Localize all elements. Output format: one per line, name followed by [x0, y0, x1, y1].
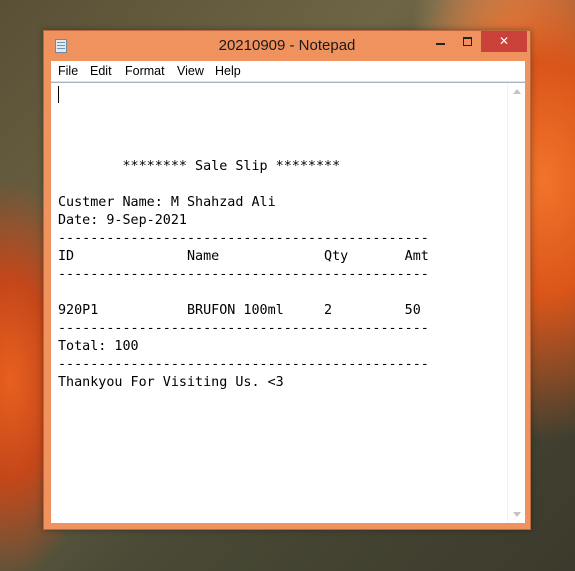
document-line: 920P1 BRUFON 100ml 2 50 [58, 303, 421, 318]
document-line: Custmer Name: M Shahzad Ali [58, 195, 276, 210]
scroll-up-icon[interactable] [513, 89, 521, 94]
document-line: Date: 9-Sep-2021 [58, 213, 187, 228]
vertical-scrollbar[interactable] [507, 83, 525, 523]
menu-file[interactable]: File [58, 64, 78, 78]
document-line: ******** Sale Slip ******** [58, 159, 341, 174]
menu-help[interactable]: Help [215, 64, 241, 78]
close-button[interactable]: ✕ [481, 31, 527, 52]
document-line: ID Name Qty Amt [58, 249, 429, 264]
title-bar[interactable]: 20210909 - Notepad ✕ [44, 31, 530, 61]
menu-format[interactable]: Format [125, 64, 165, 78]
document-line: ----------------------------------------… [58, 321, 429, 336]
menu-view[interactable]: View [177, 64, 204, 78]
notepad-window: 20210909 - Notepad ✕ File Edit Format Vi… [43, 30, 531, 530]
scroll-down-icon[interactable] [513, 512, 521, 517]
document-line: ----------------------------------------… [58, 357, 429, 372]
menu-bar: File Edit Format View Help [51, 61, 525, 82]
document-line: ----------------------------------------… [58, 267, 429, 282]
document-line: Total: 100 [58, 339, 139, 354]
document-line: Thankyou For Visiting Us. <3 [58, 375, 284, 390]
maximize-button[interactable] [455, 31, 481, 52]
minimize-button[interactable] [427, 31, 455, 52]
document-text[interactable]: ******** Sale Slip ******** Custmer Name… [58, 104, 429, 392]
document-line: ----------------------------------------… [58, 231, 429, 246]
text-editor[interactable]: ******** Sale Slip ******** Custmer Name… [51, 82, 525, 523]
menu-edit[interactable]: Edit [90, 64, 112, 78]
text-caret [58, 86, 59, 103]
